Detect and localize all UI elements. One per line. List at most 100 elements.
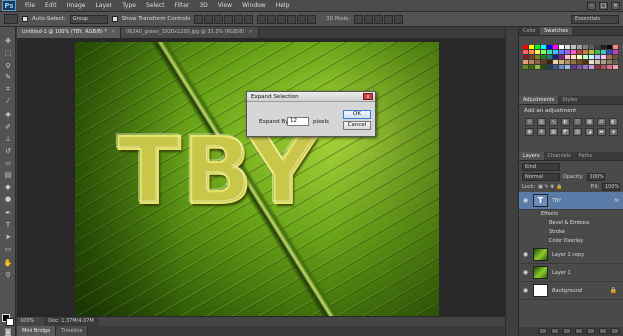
threshold-icon[interactable]: ◪ bbox=[585, 128, 594, 136]
gradient-map-icon[interactable]: ▬ bbox=[597, 128, 606, 136]
brightness-contrast-icon[interactable]: ☼ bbox=[525, 118, 534, 126]
distribute-right-icon[interactable] bbox=[307, 14, 317, 24]
visibility-eye-icon[interactable]: ◉ bbox=[522, 197, 529, 204]
3d-scale-icon[interactable] bbox=[394, 14, 404, 24]
menu-view[interactable]: View bbox=[213, 2, 237, 9]
align-vcenter-icon[interactable] bbox=[204, 14, 214, 24]
menu-file[interactable]: File bbox=[20, 2, 40, 9]
invert-icon[interactable]: ◩ bbox=[561, 128, 570, 136]
auto-select-dropdown[interactable]: Group bbox=[69, 14, 108, 24]
blend-mode-dropdown[interactable]: Normal bbox=[522, 173, 560, 181]
3d-pan-icon[interactable] bbox=[374, 14, 384, 24]
zoom-tool-icon[interactable]: ⚲ bbox=[3, 271, 13, 279]
align-right-icon[interactable] bbox=[244, 14, 254, 24]
menu-filter[interactable]: Filter bbox=[170, 2, 195, 9]
dialog-close-button[interactable]: x bbox=[363, 93, 373, 100]
new-group-icon[interactable] bbox=[587, 328, 595, 334]
3d-roll-icon[interactable] bbox=[364, 14, 374, 24]
menu-help[interactable]: Help bbox=[271, 2, 295, 9]
align-top-icon[interactable] bbox=[194, 14, 204, 24]
lasso-tool-icon[interactable]: ϙ bbox=[3, 61, 13, 69]
close-tab-icon[interactable]: × bbox=[111, 29, 115, 35]
document-size[interactable]: Doc: 1.37M/4.07M bbox=[44, 317, 98, 326]
clone-stamp-tool-icon[interactable]: ⊥ bbox=[3, 135, 13, 143]
layer-name[interactable]: Layer 1 bbox=[552, 270, 571, 276]
vibrance-icon[interactable]: ▽ bbox=[573, 118, 582, 126]
distribute-bottom-icon[interactable] bbox=[277, 14, 287, 24]
menu-select[interactable]: Select bbox=[141, 2, 170, 9]
lock-icons[interactable]: ▣ ✎ ✥ 🔒 bbox=[538, 184, 562, 190]
move-tool-preset-icon[interactable] bbox=[4, 14, 18, 24]
visibility-eye-icon[interactable]: ◉ bbox=[522, 269, 529, 276]
curves-icon[interactable]: ∿ bbox=[549, 118, 558, 126]
levels-icon[interactable]: ▥ bbox=[537, 118, 546, 126]
menu-image[interactable]: Image bbox=[62, 2, 91, 9]
layer-row-tby[interactable]: ◉ T TBY fx bbox=[519, 192, 623, 210]
pen-tool-icon[interactable]: ✒ bbox=[3, 209, 13, 217]
delete-layer-icon[interactable] bbox=[611, 328, 619, 334]
ok-button[interactable]: OK bbox=[343, 110, 371, 119]
history-brush-tool-icon[interactable]: ↺ bbox=[3, 147, 13, 155]
layer-row-layer-1-copy[interactable]: ◉ Layer 1 copy bbox=[519, 246, 623, 264]
selective-color-icon[interactable]: ◈ bbox=[609, 128, 618, 136]
tab-adjustments[interactable]: Adjustments bbox=[519, 96, 559, 104]
crop-tool-icon[interactable]: ⌗ bbox=[3, 85, 13, 93]
posterize-icon[interactable]: ▨ bbox=[573, 128, 582, 136]
brush-tool-icon[interactable]: ✐ bbox=[3, 123, 13, 131]
black-white-icon[interactable]: ◧ bbox=[609, 118, 618, 126]
eraser-tool-icon[interactable]: ▱ bbox=[3, 159, 13, 167]
marquee-tool-icon[interactable]: ⬚ bbox=[3, 49, 13, 57]
close-window-button[interactable]: × bbox=[611, 1, 620, 10]
type-tool-icon[interactable]: T bbox=[3, 221, 13, 229]
color-swatch[interactable] bbox=[613, 65, 619, 70]
menu-window[interactable]: Window bbox=[237, 2, 271, 9]
opacity-input[interactable]: 100% bbox=[586, 173, 605, 181]
menu-3d[interactable]: 3D bbox=[194, 2, 212, 9]
color-lookup-icon[interactable]: ▦ bbox=[549, 128, 558, 136]
tab-channels[interactable]: Channels bbox=[544, 152, 575, 160]
tab-color[interactable]: Color bbox=[519, 27, 540, 35]
new-adjustment-icon[interactable] bbox=[575, 328, 583, 334]
workspace-switcher[interactable]: Essentials bbox=[571, 15, 619, 24]
align-bottom-icon[interactable] bbox=[214, 14, 224, 24]
align-left-icon[interactable] bbox=[224, 14, 234, 24]
document-canvas[interactable]: TBY TBY bbox=[75, 42, 439, 316]
layer-name[interactable]: Background bbox=[552, 288, 582, 294]
minimize-button[interactable]: – bbox=[587, 1, 596, 10]
canvas-area[interactable]: TBY TBY bbox=[17, 38, 505, 317]
hue-saturation-icon[interactable]: ▦ bbox=[585, 118, 594, 126]
channel-mixer-icon[interactable]: ⊕ bbox=[537, 128, 546, 136]
quick-select-tool-icon[interactable]: ✎ bbox=[3, 73, 13, 81]
shape-tool-icon[interactable]: ▭ bbox=[3, 245, 13, 253]
background-color-swatch[interactable] bbox=[6, 318, 14, 326]
close-tab-icon[interactable]: × bbox=[248, 29, 252, 35]
visibility-eye-icon[interactable]: ◉ bbox=[522, 251, 529, 258]
effect-stroke[interactable]: Stroke bbox=[519, 228, 623, 237]
move-tool-icon[interactable]: ✥ bbox=[3, 37, 13, 45]
fill-input[interactable]: 100% bbox=[602, 183, 620, 191]
tab-styles[interactable]: Styles bbox=[558, 96, 581, 104]
cancel-button[interactable]: Cancel bbox=[343, 121, 371, 130]
exposure-icon[interactable]: ◐ bbox=[561, 118, 570, 126]
menu-layer[interactable]: Layer bbox=[90, 2, 117, 9]
effects-header[interactable]: Effects bbox=[519, 210, 623, 219]
layer-filter-dropdown[interactable]: Kind bbox=[522, 163, 560, 171]
dialog-title-bar[interactable]: Expand Selection x bbox=[247, 92, 375, 102]
visibility-eye-icon[interactable]: ◉ bbox=[522, 287, 529, 294]
show-transform-checkbox[interactable] bbox=[111, 16, 118, 22]
tab-untitled-1[interactable]: Untitled-1 @ 100% (TBY, RGB/8) * × bbox=[17, 27, 122, 38]
3d-rotate-icon[interactable] bbox=[354, 14, 364, 24]
add-style-icon[interactable] bbox=[551, 328, 559, 334]
distribute-vcenter-icon[interactable] bbox=[267, 14, 277, 24]
distribute-top-icon[interactable] bbox=[257, 14, 267, 24]
healing-brush-tool-icon[interactable]: ✚ bbox=[3, 111, 13, 119]
menu-type[interactable]: Type bbox=[117, 2, 141, 9]
color-balance-icon[interactable]: ⚖ bbox=[597, 118, 606, 126]
effect-color-overlay[interactable]: Color Overlay bbox=[519, 237, 623, 246]
distribute-hcenter-icon[interactable] bbox=[297, 14, 307, 24]
eyedropper-tool-icon[interactable]: ⁄ bbox=[3, 97, 13, 105]
layer-row-layer-1[interactable]: ◉ Layer 1 bbox=[519, 264, 623, 282]
quick-mask-icon[interactable]: ◙ bbox=[3, 328, 13, 336]
layer-name[interactable]: Layer 1 copy bbox=[552, 252, 584, 258]
tab-layers[interactable]: Layers bbox=[519, 152, 544, 160]
